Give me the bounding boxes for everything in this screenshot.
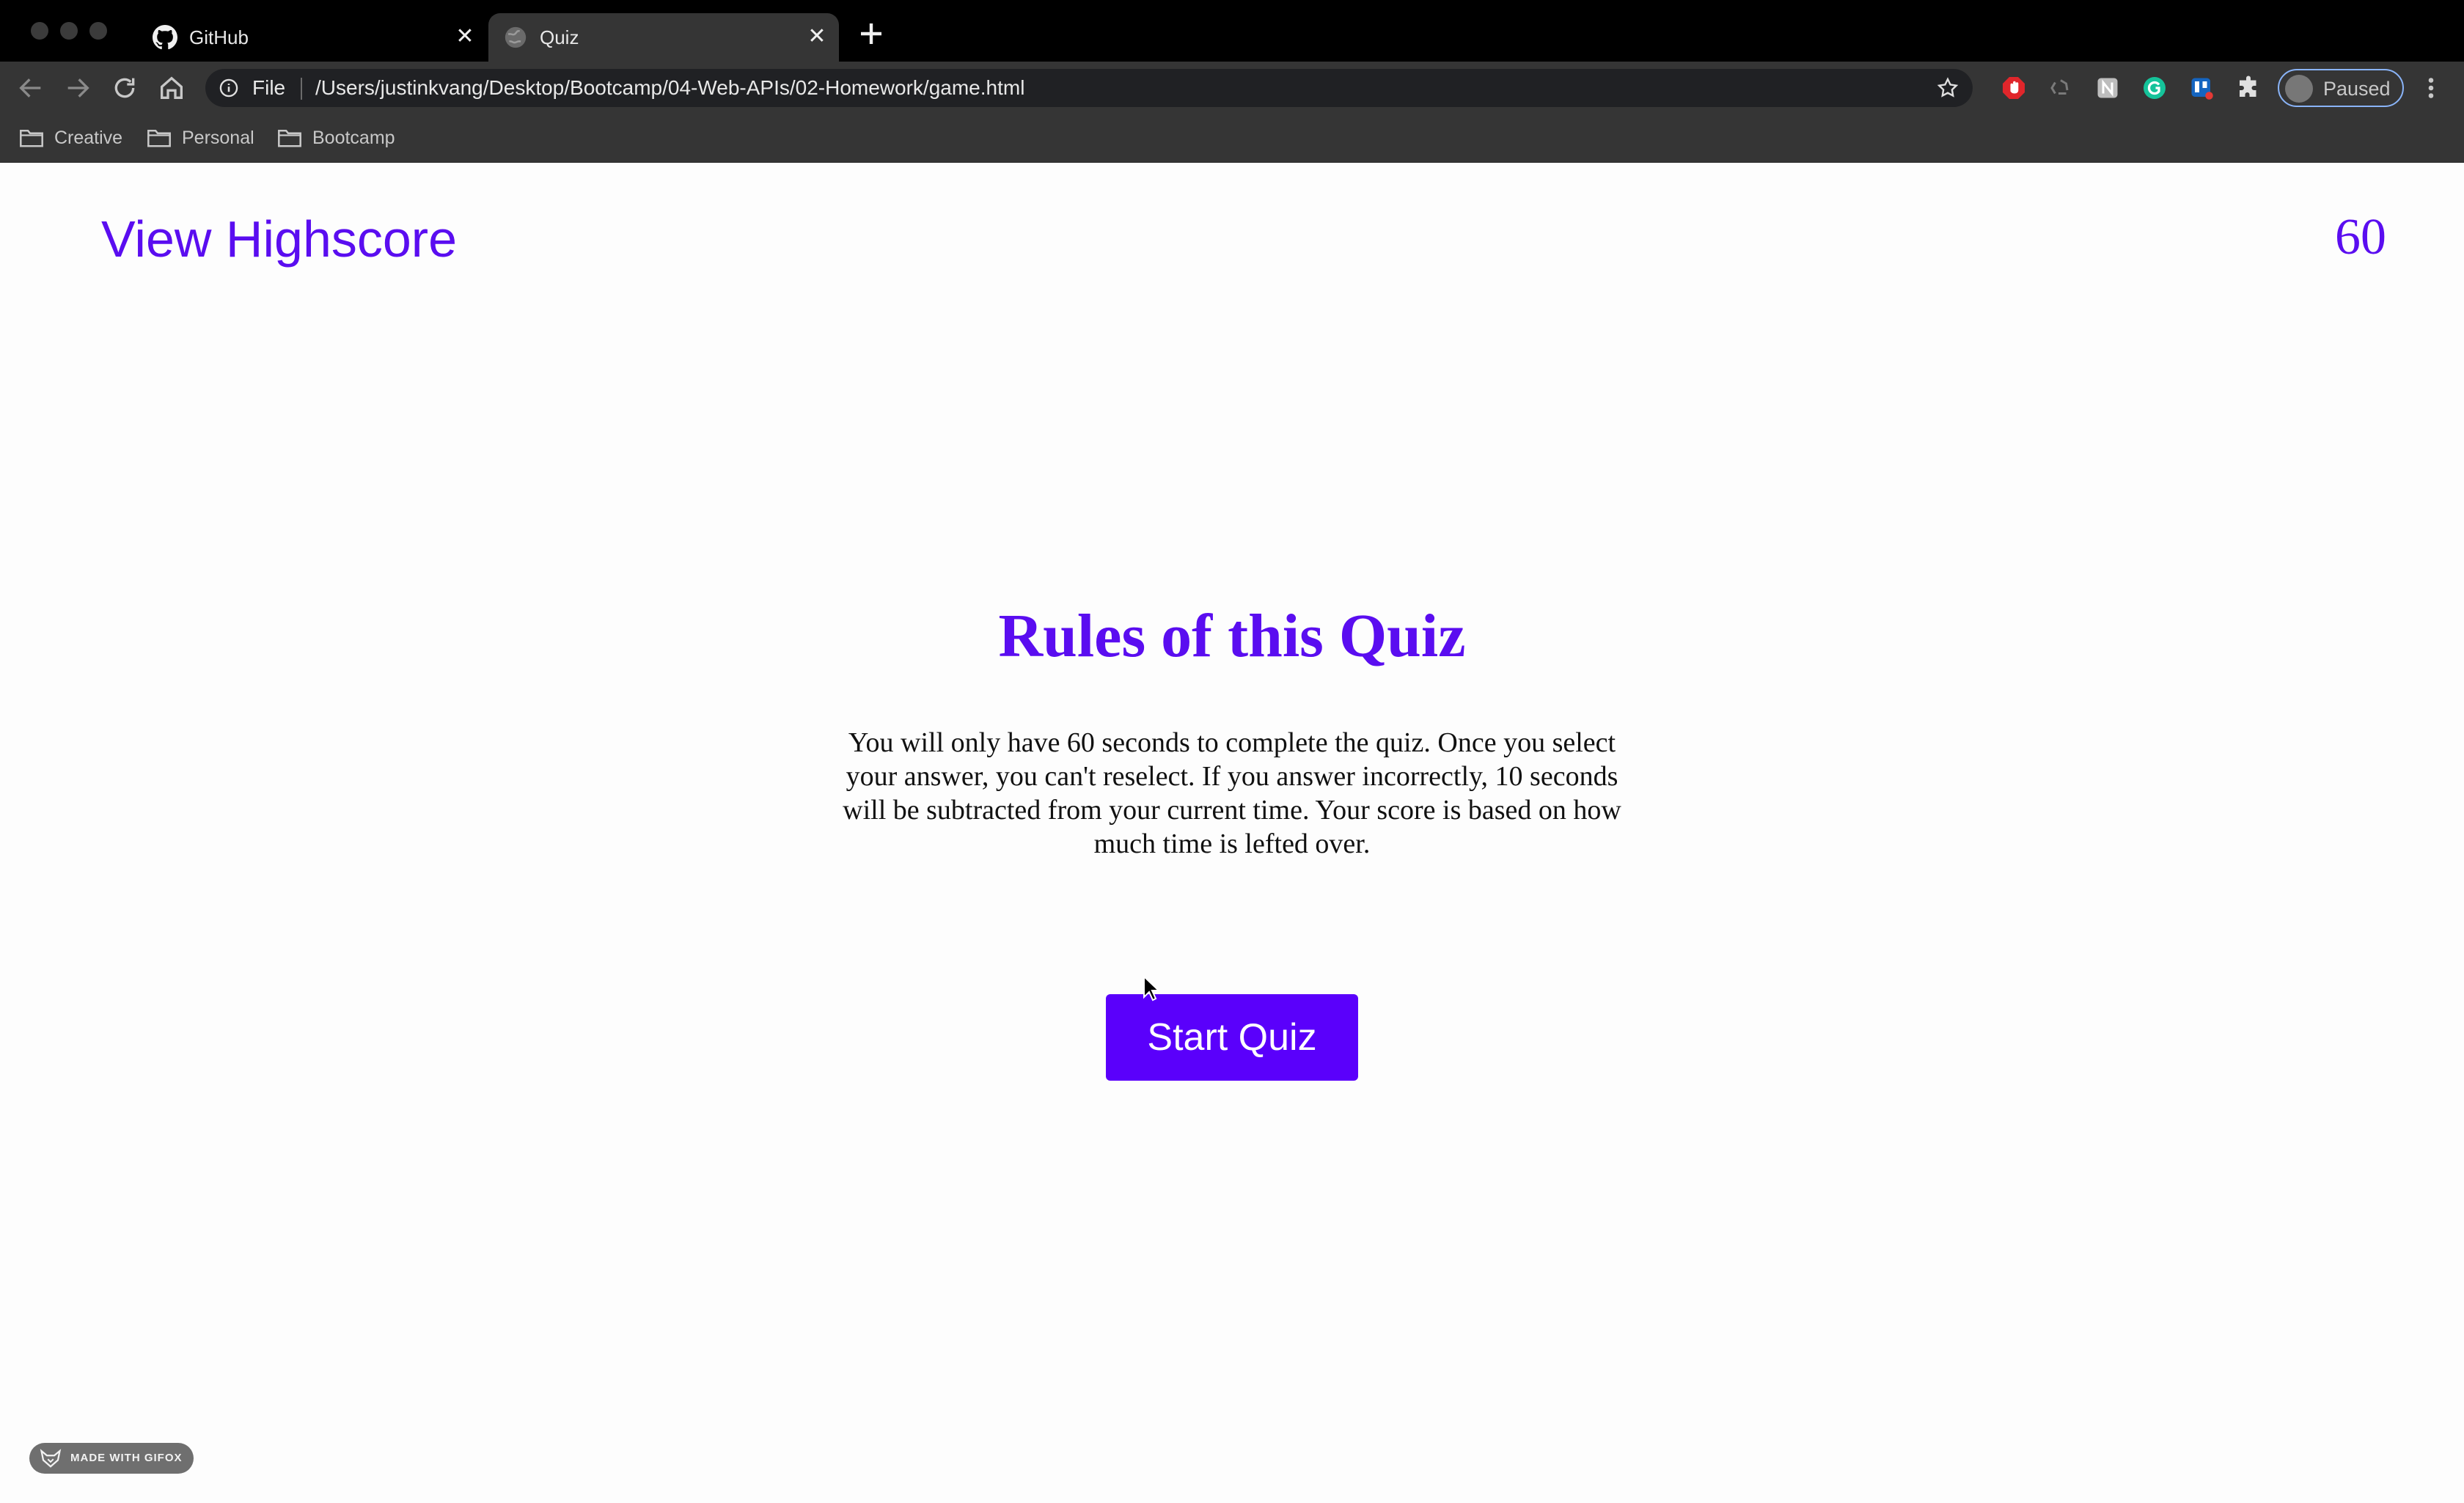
folder-icon [147,129,171,147]
tab-quiz[interactable]: Quiz ✕ [488,13,839,62]
tab-quiz-close-icon[interactable]: ✕ [804,23,830,50]
grammarly-icon[interactable] [2141,75,2168,101]
tab-quiz-title: Quiz [540,26,579,48]
gifox-watermark: MADE WITH GIFOX [29,1443,194,1474]
tab-github-title: GitHub [189,26,249,48]
back-arrow-icon[interactable] [16,73,45,103]
new-tab-plus-icon[interactable] [857,19,886,48]
scheme-label: File [252,76,286,99]
forward-arrow-icon[interactable] [63,73,92,103]
adblock-icon[interactable] [2001,75,2027,101]
tab-strip: GitHub ✕ Quiz ✕ [0,0,2464,62]
tab-github[interactable]: GitHub ✕ [138,13,487,62]
browser-toolbar: File /Users/justinkvang/Desktop/Bootcamp… [0,62,2464,114]
avatar [2285,75,2313,103]
bookmark-star-icon[interactable] [1936,76,1959,100]
folder-icon [278,129,301,147]
start-quiz-button[interactable]: Start Quiz [1106,994,1358,1081]
address-bar[interactable]: File /Users/justinkvang/Desktop/Bootcamp… [205,69,1973,107]
tab-github-close-icon[interactable]: ✕ [452,23,478,50]
bookmark-label: Bootcamp [312,128,395,148]
puzzle-icon[interactable] [2235,75,2262,101]
bookmark-label: Personal [182,128,254,148]
notion-icon[interactable] [2094,75,2121,101]
rules-text: You will only have 60 seconds to complet… [843,727,1621,859]
reload-icon[interactable] [110,73,139,103]
profile-status: Paused [2323,78,2391,100]
kebab-menu-icon[interactable] [2420,75,2442,101]
view-highscore-link[interactable]: View Highscore [101,208,457,270]
info-icon[interactable] [219,78,239,98]
page-content: View Highscore 60 Rules of this Quiz You… [0,163,2464,1503]
url-text[interactable]: /Users/justinkvang/Desktop/Bootcamp/04-W… [315,76,1024,100]
recycle-icon[interactable] [2047,75,2074,101]
bookmarks-bar: Creative Personal Bootcamp [0,114,2464,163]
fox-icon [40,1449,62,1468]
mouse-cursor-icon [1143,975,1160,1002]
bookmark-label: Creative [54,128,123,148]
home-icon[interactable] [157,73,186,103]
watermark-text: MADE WITH GIFOX [70,1452,183,1464]
profile-chip[interactable]: Paused [2278,69,2404,107]
page-title: Rules of this Quiz [998,602,1466,670]
globe-icon [505,26,527,48]
window-close-dot[interactable] [31,22,48,40]
window-zoom-dot[interactable] [89,22,107,40]
window-minimize-dot[interactable] [60,22,78,40]
folder-icon [20,129,43,147]
timer-value: 60 [2335,209,2386,265]
trello-icon[interactable] [2188,75,2215,101]
github-icon [153,25,177,50]
address-separator [301,78,302,100]
